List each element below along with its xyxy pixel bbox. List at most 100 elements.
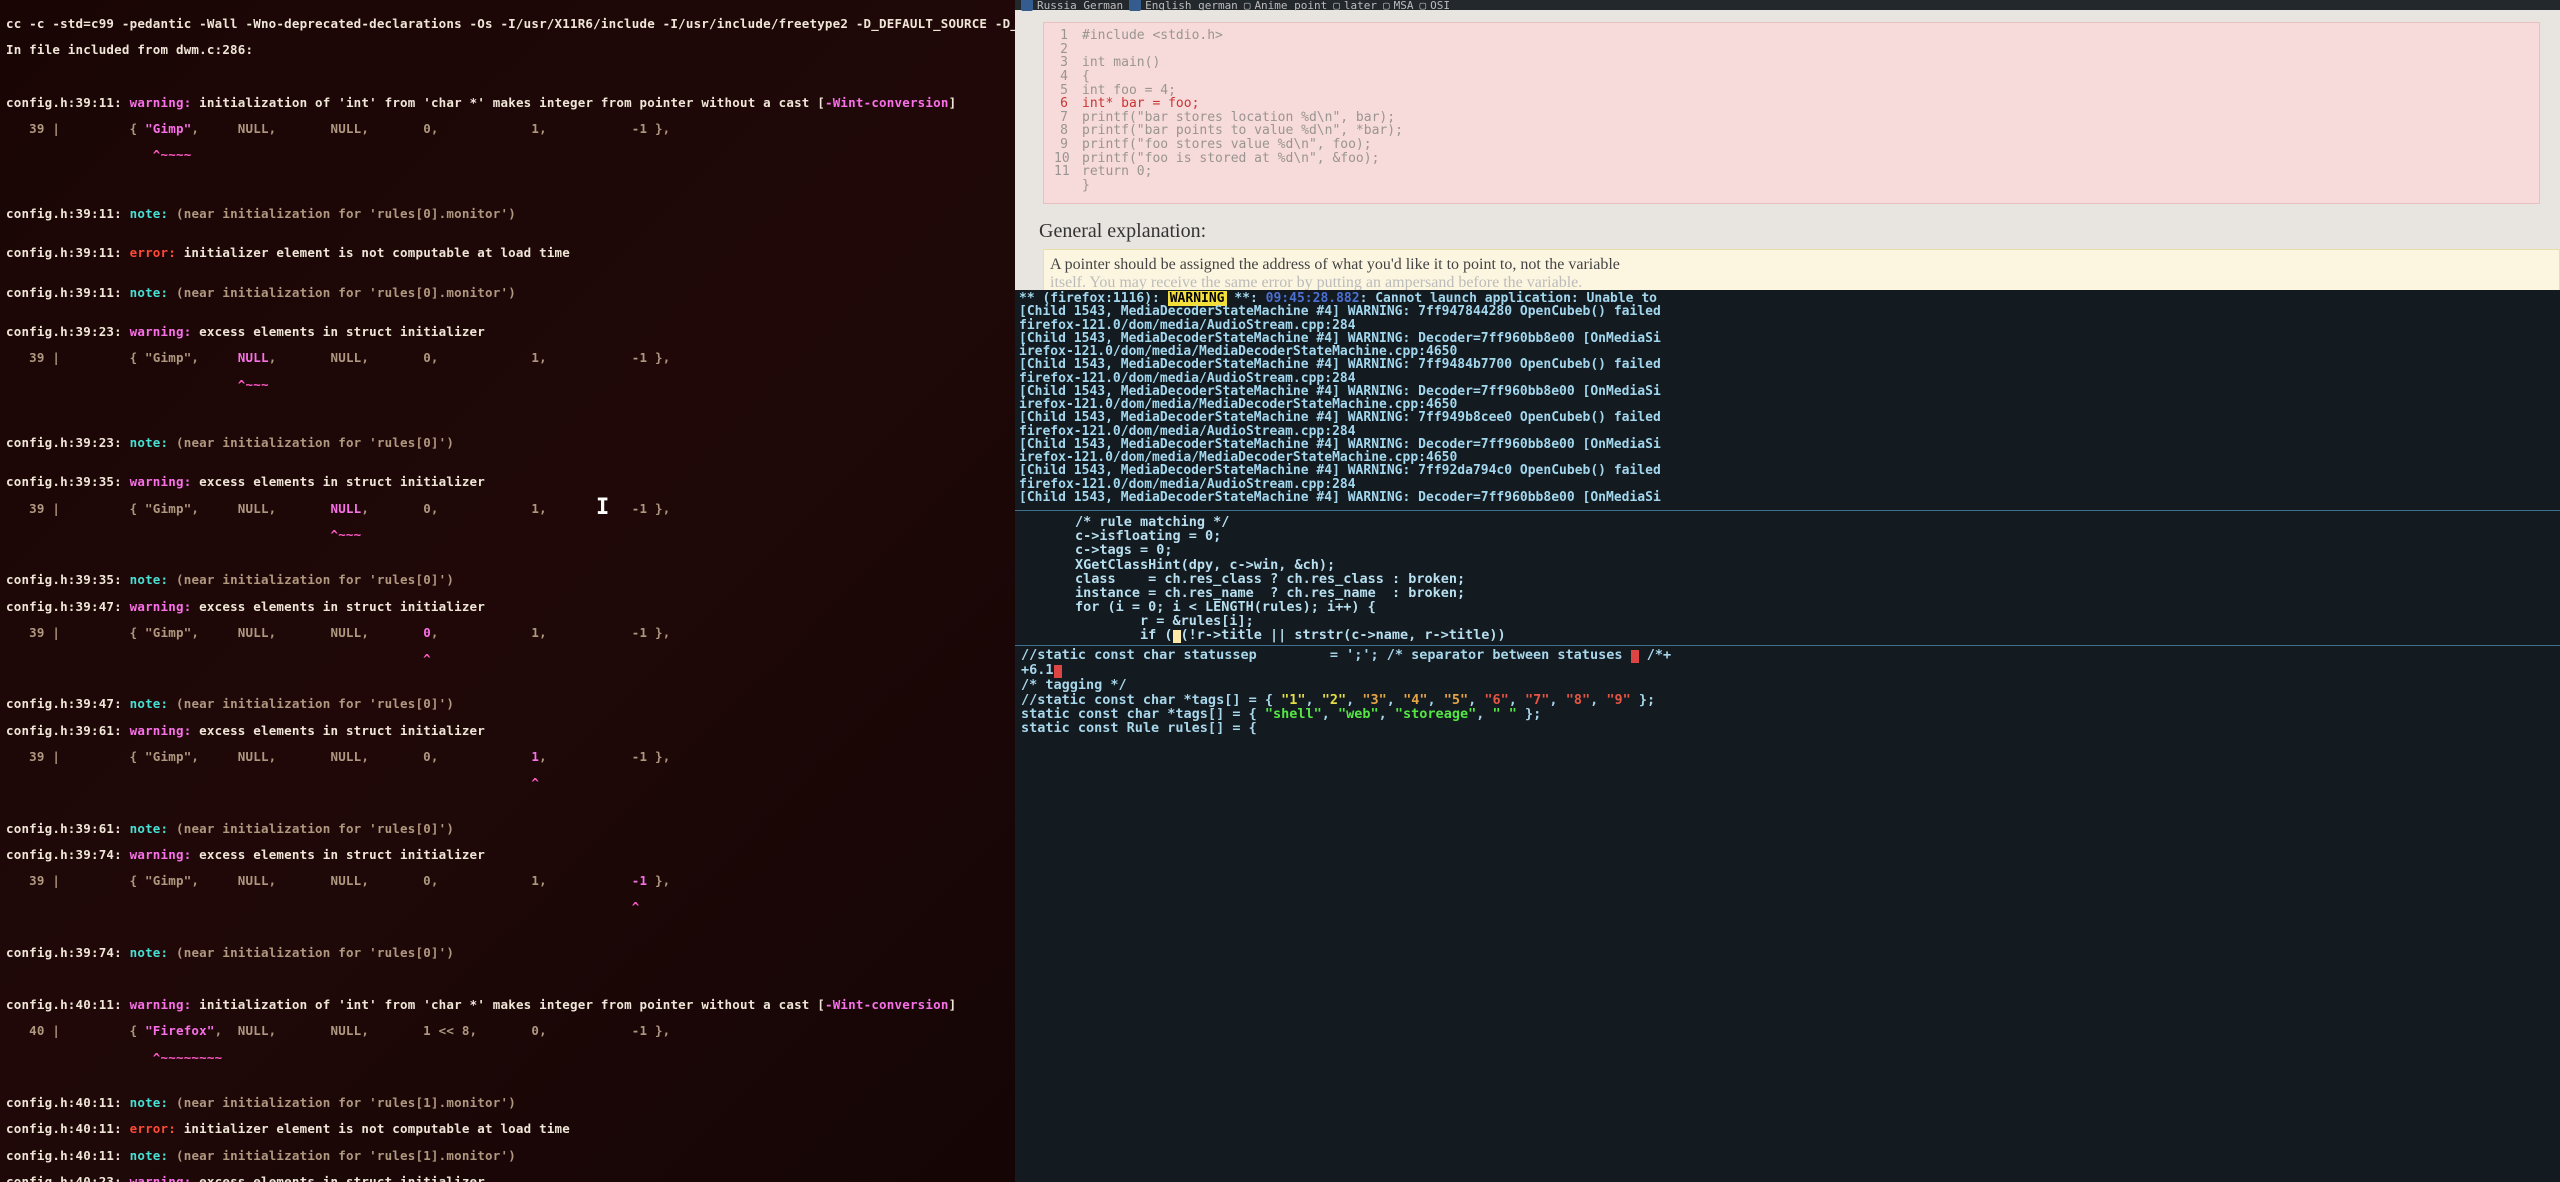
diag-line: config.h:39:11: warning: initialization … bbox=[6, 96, 1009, 109]
general-explanation-heading: General explanation: bbox=[1039, 220, 2560, 243]
bookmark-item[interactable]: English german bbox=[1129, 0, 1238, 12]
code-line: 2 bbox=[1054, 43, 2529, 57]
browser-window[interactable]: Russia German English german ▢Anime poin… bbox=[1015, 0, 2560, 290]
code-line: 10 printf("foo is stored at %d\n", &foo)… bbox=[1054, 152, 2529, 166]
log-line: firefox-121.0/dom/media/AudioStream.cpp:… bbox=[1019, 478, 2556, 491]
log-line: [Child 1543, MediaDecoderStateMachine #4… bbox=[1019, 411, 2556, 424]
compiler-terminal[interactable]: cc -c -std=c99 -pedantic -Wall -Wno-depr… bbox=[0, 0, 1015, 1182]
diff-marker-icon bbox=[1631, 650, 1639, 663]
bookmark-folder[interactable]: ▢OSI bbox=[1420, 0, 1451, 12]
bookmark-folder[interactable]: ▢Anime point bbox=[1244, 0, 1327, 12]
right-pane: Russia German English german ▢Anime poin… bbox=[1015, 0, 2560, 1182]
log-line: ** (firefox:1116): WARNING **: 09:45:28.… bbox=[1019, 292, 2556, 305]
diag-line: config.h:40:11: warning: initialization … bbox=[6, 998, 1009, 1011]
diag-line: config.h:39:11: note: (near initializati… bbox=[6, 286, 1009, 299]
text-cursor-icon bbox=[1173, 630, 1181, 643]
editor-line: //static const char statussep = ';'; /* … bbox=[1021, 648, 2554, 663]
log-line: [Child 1543, MediaDecoderStateMachine #4… bbox=[1019, 332, 2556, 345]
src-line: 39 | { "Gimp", NULL, NULL, 0, 1, -1 },I bbox=[6, 502, 1009, 515]
editor-line: for (i = 0; i < LENGTH(rules); i++) { bbox=[1075, 600, 2554, 614]
log-line: [Child 1543, MediaDecoderStateMachine #4… bbox=[1019, 491, 2556, 504]
editor-line: /* rule matching */ bbox=[1075, 515, 2554, 529]
editor-pane-bottom[interactable]: //static const char statussep = ';'; /* … bbox=[1015, 645, 2560, 737]
src-line: 39 | { "Gimp", NULL, NULL, 0, 1, -1 }, bbox=[6, 626, 1009, 639]
code-line: 11 return 0; bbox=[1054, 165, 2529, 179]
folder-icon: ▢ bbox=[1420, 0, 1427, 12]
code-line: 7 printf("bar stores location %d\n", bar… bbox=[1054, 111, 2529, 125]
browser-toolbar[interactable]: Russia German English german ▢Anime poin… bbox=[1015, 0, 2560, 10]
log-line: irefox-121.0/dom/media/MediaDecoderState… bbox=[1019, 398, 2556, 411]
code-line: 9 printf("foo stores value %d\n", foo); bbox=[1054, 138, 2529, 152]
bookmark-folder[interactable]: ▢ later bbox=[1333, 0, 1377, 12]
editor-line: XGetClassHint(dpy, c->win, &ch); bbox=[1075, 558, 2554, 572]
src-line: 39 | { "Gimp", NULL, NULL, 0, 1, -1 }, bbox=[6, 874, 1009, 887]
explanation-text: A pointer should be assigned the address… bbox=[1050, 256, 2551, 274]
diag-line: config.h:40:23: warning: excess elements… bbox=[6, 1175, 1009, 1182]
editor-pane-top[interactable]: /* rule matching */c->isfloating = 0;c->… bbox=[1015, 510, 2560, 645]
general-explanation-box: A pointer should be assigned the address… bbox=[1043, 249, 2560, 294]
bookmark-icon bbox=[1021, 0, 1033, 11]
lower-terminals[interactable]: ** (firefox:1116): WARNING **: 09:45:28.… bbox=[1015, 290, 2560, 1182]
editor-line: static const char *tags[] = { "shell", "… bbox=[1021, 707, 2554, 721]
bookmark-label: later bbox=[1344, 0, 1377, 12]
diag-line: config.h:39:47: warning: excess elements… bbox=[6, 600, 1009, 613]
bookmark-label: OSI bbox=[1430, 0, 1450, 12]
folder-icon: ▢ bbox=[1333, 0, 1340, 12]
caret-line: ^~~~~ bbox=[6, 148, 1009, 161]
src-line: 39 | { "Gimp", NULL, NULL, 0, 1, -1 }, bbox=[6, 750, 1009, 763]
src-line: 39 | { "Gimp", NULL, NULL, 0, 1, -1 }, bbox=[6, 122, 1009, 135]
log-line: firefox-121.0/dom/media/AudioStream.cpp:… bbox=[1019, 425, 2556, 438]
diag-line: config.h:40:11: note: (near initializati… bbox=[6, 1096, 1009, 1109]
diag-line: config.h:39:11: error: initializer eleme… bbox=[6, 246, 1009, 259]
diag-line: config.h:39:74: warning: excess elements… bbox=[6, 848, 1009, 861]
editor-line: if ((!r->title || strstr(c->name, r->tit… bbox=[1075, 628, 2554, 643]
code-line: 6 int* bar = foo; bbox=[1054, 97, 2529, 111]
bookmark-label: MSA bbox=[1394, 0, 1414, 12]
firefox-log-terminal[interactable]: ** (firefox:1116): WARNING **: 09:45:28.… bbox=[1015, 290, 2560, 510]
editor-line: //static const char *tags[] = { "1", "2"… bbox=[1021, 693, 2554, 707]
log-line: firefox-121.0/dom/media/AudioStream.cpp:… bbox=[1019, 372, 2556, 385]
example-code-block: 1#include <stdio.h>23int main()4{5 int f… bbox=[1043, 22, 2540, 204]
bookmark-icon bbox=[1129, 0, 1141, 11]
editor-line: c->tags = 0; bbox=[1075, 543, 2554, 557]
bookmark-label: Anime point bbox=[1254, 0, 1327, 12]
log-line: [Child 1543, MediaDecoderStateMachine #4… bbox=[1019, 438, 2556, 451]
editor-line: c->isfloating = 0; bbox=[1075, 529, 2554, 543]
code-line: } bbox=[1054, 179, 2529, 193]
log-line: [Child 1543, MediaDecoderStateMachine #4… bbox=[1019, 464, 2556, 477]
diag-line: config.h:39:47: note: (near initializati… bbox=[6, 697, 1009, 710]
editor-line: +6.1 bbox=[1021, 663, 2554, 678]
caret-line: ^~~~ bbox=[6, 378, 1009, 391]
diag-line: config.h:39:23: note: (near initializati… bbox=[6, 436, 1009, 449]
src-line: 39 | { "Gimp", NULL, NULL, 0, 1, -1 }, bbox=[6, 351, 1009, 364]
diag-line: config.h:39:61: note: (near initializati… bbox=[6, 822, 1009, 835]
editor-line: static const Rule rules[] = { bbox=[1021, 721, 2554, 735]
diag-line: config.h:39:74: note: (near initializati… bbox=[6, 946, 1009, 959]
editor-line: r = &rules[i]; bbox=[1075, 614, 2554, 628]
log-line: irefox-121.0/dom/media/MediaDecoderState… bbox=[1019, 345, 2556, 358]
diag-line: config.h:40:11: note: (near initializati… bbox=[6, 1149, 1009, 1162]
log-line: [Child 1543, MediaDecoderStateMachine #4… bbox=[1019, 358, 2556, 371]
code-line: 1#include <stdio.h> bbox=[1054, 29, 2529, 43]
diag-line: config.h:39:35: note: (near initializati… bbox=[6, 573, 1009, 586]
text-cursor-icon: I bbox=[596, 496, 609, 519]
bookmark-label: English german bbox=[1145, 0, 1238, 12]
editor-line: instance = ch.res_name ? ch.res_name : b… bbox=[1075, 586, 2554, 600]
caret-line: ^~~~~~~~~ bbox=[6, 1051, 1009, 1064]
compile-command: cc -c -std=c99 -pedantic -Wall -Wno-depr… bbox=[6, 17, 1009, 30]
log-line: [Child 1543, MediaDecoderStateMachine #4… bbox=[1019, 305, 2556, 318]
folder-icon: ▢ bbox=[1244, 0, 1251, 12]
editor-line: class = ch.res_class ? ch.res_class : br… bbox=[1075, 572, 2554, 586]
bookmark-item[interactable]: Russia German bbox=[1021, 0, 1123, 12]
caret-line: ^ bbox=[6, 776, 1009, 789]
code-line: 8 printf("bar points to value %d\n", *ba… bbox=[1054, 124, 2529, 138]
bookmark-label: Russia German bbox=[1037, 0, 1123, 12]
editor-line: /* tagging */ bbox=[1021, 678, 2554, 692]
code-line: 4{ bbox=[1054, 70, 2529, 84]
log-line: irefox-121.0/dom/media/MediaDecoderState… bbox=[1019, 451, 2556, 464]
folder-icon: ▢ bbox=[1383, 0, 1390, 12]
diag-line: config.h:39:23: warning: excess elements… bbox=[6, 325, 1009, 338]
bookmark-folder[interactable]: ▢ MSA bbox=[1383, 0, 1414, 12]
diag-line: config.h:39:11: note: (near initializati… bbox=[6, 207, 1009, 220]
caret-line: ^ bbox=[6, 900, 1009, 913]
